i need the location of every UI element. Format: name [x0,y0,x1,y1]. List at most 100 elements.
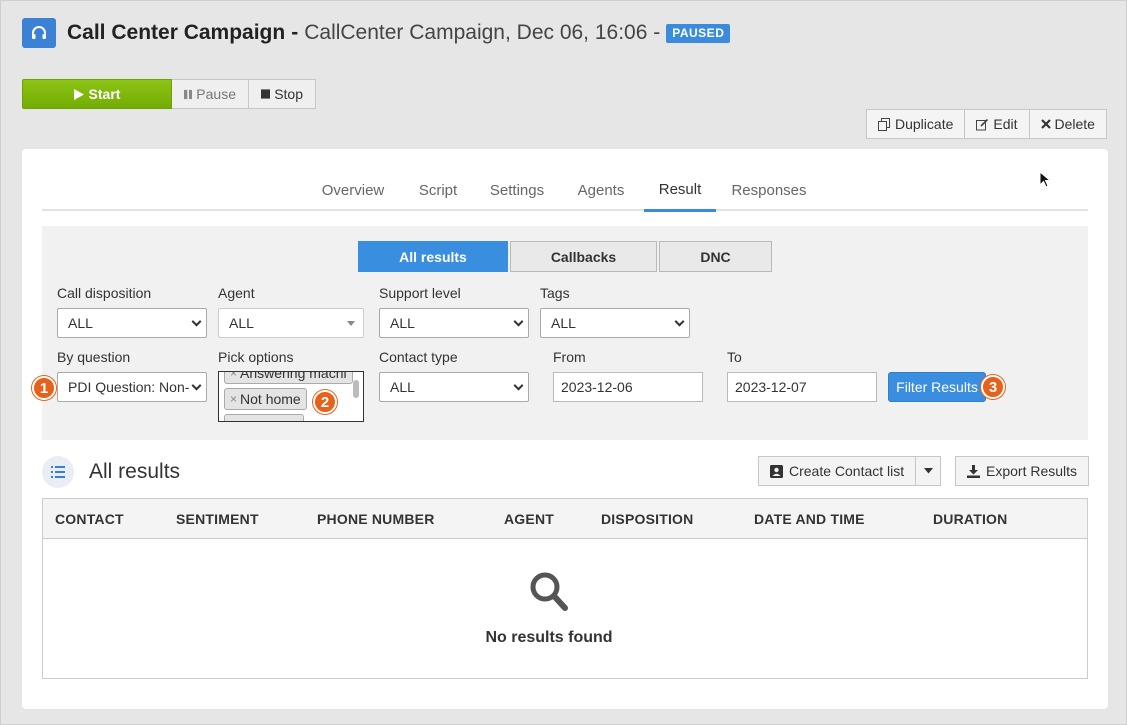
duplicate-label: Duplicate [895,116,954,132]
search-icon [530,572,568,611]
delete-button[interactable]: Delete [1029,109,1107,139]
tab-settings[interactable]: Settings [484,169,550,211]
create-contact-list-button[interactable]: Create Contact list [758,456,917,486]
column-header-phone-number[interactable]: PHONE NUMBER [317,511,435,527]
tab-agents[interactable]: Agents [570,169,632,211]
pick-options-multiselect[interactable]: × Answering machi × Not home [218,371,364,422]
support-level-label: Support level [379,285,461,301]
contact-type-label: Contact type [379,349,458,365]
contact-card-icon [770,464,783,478]
chevron-down-icon [191,316,202,327]
play-icon [73,88,84,100]
column-header-agent[interactable]: AGENT [504,511,554,527]
contact-type-value: ALL [390,379,415,395]
contact-list-dropdown-toggle[interactable] [916,456,942,486]
contact-type-select[interactable]: ALL [379,372,529,402]
contact-list-group: Create Contact list [758,456,942,486]
callbacks-toggle[interactable]: Callbacks [510,241,657,272]
from-date-input[interactable]: 2023-12-06 [553,372,703,402]
dnc-toggle[interactable]: DNC [659,241,772,272]
option-chip[interactable]: × Answering machi [224,371,353,384]
results-table: CONTACT SENTIMENT PHONE NUMBER AGENT DIS… [42,498,1088,679]
pause-icon [184,89,193,99]
tab-responses[interactable]: Responses [728,169,810,211]
column-header-duration[interactable]: DURATION [933,511,1007,527]
column-header-sentiment[interactable]: SENTIMENT [176,511,259,527]
chevron-down-icon [513,380,524,391]
create-contact-list-label: Create Contact list [789,463,905,479]
delete-label: Delete [1054,116,1095,132]
remove-icon[interactable]: × [230,392,237,406]
headset-icon [32,26,46,39]
scrollbar[interactable] [353,380,359,398]
export-results-button[interactable]: Export Results [955,456,1090,486]
chevron-down-icon [674,316,685,327]
caret-down-icon [347,321,355,326]
pick-options-label: Pick options [218,349,294,365]
list-icon [51,466,65,478]
page-title: Call Center Campaign - CallCenter Campai… [67,19,731,47]
campaign-subtitle: CallCenter Campaign, Dec 06, 16:06 - [304,21,661,44]
empty-state-message: No results found [485,629,613,646]
option-chip[interactable]: × Not home [224,388,307,410]
stop-button[interactable]: Stop [249,79,316,109]
status-badge: PAUSED [666,23,731,43]
close-icon [1040,119,1051,129]
call-disposition-value: ALL [68,315,93,331]
to-label: To [727,349,742,365]
list-icon-wrap [42,456,74,488]
filter-results-button[interactable]: Filter Results [888,372,986,402]
tab-bar: Overview Script Settings Agents Result R… [42,169,1088,212]
tab-overview[interactable]: Overview [314,169,392,211]
column-header-disposition[interactable]: DISPOSITION [601,511,693,527]
marker-3: 3 [981,375,1005,399]
marker-2: 2 [313,390,337,414]
to-date-input[interactable]: 2023-12-07 [727,372,877,402]
export-results-label: Export Results [986,463,1078,479]
pause-label: Pause [196,86,236,102]
all-results-toggle[interactable]: All results [358,241,508,272]
support-level-value: ALL [390,315,415,331]
tags-select[interactable]: ALL [540,308,690,338]
chip-label: Answering machi [240,371,347,381]
agent-label: Agent [218,285,255,301]
column-header-contact[interactable]: CONTACT [55,511,124,527]
call-disposition-label: Call disposition [57,285,152,301]
results-title: All results [89,460,181,483]
campaign-actions: Duplicate Edit Delete [866,109,1107,139]
stop-icon [261,89,271,99]
chevron-down-icon [191,380,202,391]
support-level-select[interactable]: ALL [379,308,529,338]
tab-result[interactable]: Result [644,169,716,212]
agent-value: ALL [229,315,254,331]
chevron-down-icon [513,316,524,327]
pause-button[interactable]: Pause [172,79,249,109]
tags-label: Tags [540,285,570,301]
marker-1: 1 [32,376,56,400]
campaign-controls: Start Pause Stop [22,79,316,109]
start-button[interactable]: Start [22,79,172,109]
by-question-select[interactable]: PDI Question: Non- [57,372,207,402]
tags-value: ALL [551,315,576,331]
from-label: From [553,349,586,365]
title-separator: - [291,21,299,44]
edit-label: Edit [993,116,1018,132]
by-question-value: PDI Question: Non- [68,379,190,395]
edit-button[interactable]: Edit [965,109,1030,139]
table-header: CONTACT SENTIMENT PHONE NUMBER AGENT DIS… [43,499,1087,539]
column-header-date-time[interactable]: DATE AND TIME [754,511,865,527]
copy-icon [878,117,890,131]
edit-icon [976,118,989,130]
call-disposition-select[interactable]: ALL [57,308,207,338]
agent-select[interactable]: ALL [218,308,364,338]
option-chip [224,414,304,421]
caret-down-icon [923,468,933,474]
start-label: Start [88,86,121,102]
app-icon [22,18,56,48]
mouse-cursor-icon [1039,171,1051,188]
campaign-title: Call Center Campaign [67,21,286,44]
remove-icon[interactable]: × [230,372,237,380]
download-icon [967,464,980,478]
duplicate-button[interactable]: Duplicate [866,109,966,139]
tab-script[interactable]: Script [412,169,464,211]
